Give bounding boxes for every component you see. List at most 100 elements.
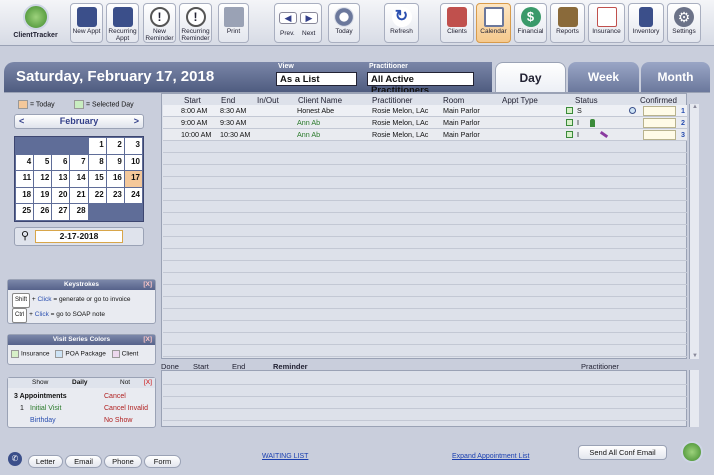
appt-end: 10:30 AM	[220, 130, 251, 139]
financial-button[interactable]: $ Financial	[514, 3, 547, 43]
calendar-day[interactable]: 25	[16, 204, 34, 220]
appt-client[interactable]: Ann Ab	[297, 129, 320, 141]
new-appt-button[interactable]: New Appt	[70, 3, 103, 43]
calendar-day[interactable]: 11	[16, 171, 34, 187]
reminder-scrollbar[interactable]	[689, 370, 699, 427]
today-button[interactable]: Today	[328, 3, 360, 43]
calendar-day[interactable]: 24	[124, 187, 142, 204]
view-select[interactable]: As a List	[276, 72, 357, 86]
gear-status-icon[interactable]	[629, 107, 636, 114]
appointment-row[interactable]: 9:00 AM 9:30 AM Ann Ab Rosie Melon, LAc Main…	[163, 117, 687, 129]
calendar-day[interactable]: 19	[34, 187, 52, 204]
letter-button[interactable]: Letter	[28, 455, 63, 468]
empty-row	[163, 189, 687, 201]
send-all-conf-email-button[interactable]: Send All Conf Email	[578, 445, 667, 460]
calendar-day[interactable]: 14	[70, 171, 88, 187]
recurring-reminder-button[interactable]: ! Recurring Reminder	[179, 3, 212, 43]
print-button[interactable]: Print	[218, 3, 249, 43]
calendar-day[interactable]: 17	[124, 171, 142, 187]
refresh-button[interactable]: ↻ Refresh	[384, 3, 419, 43]
appt-status[interactable]: S	[577, 105, 582, 117]
calendar-day[interactable]: 7	[70, 154, 88, 171]
phone-button[interactable]: Phone	[104, 455, 142, 468]
appointment-row[interactable]: 10:00 AM 10:30 AM Ann Ab Rosie Melon, LAc Ma…	[163, 129, 687, 141]
calendar-day[interactable]: 2	[106, 138, 124, 154]
recurring-appt-button[interactable]: Recurring Appt	[106, 3, 139, 43]
calendar-day[interactable]: 9	[106, 154, 124, 171]
calendar-empty-cell	[16, 138, 34, 154]
calendar-day[interactable]: 27	[52, 204, 70, 220]
insurance-button[interactable]: Insurance	[588, 3, 625, 43]
calendar-day[interactable]: 23	[106, 187, 124, 204]
tab-month[interactable]: Month	[641, 62, 710, 92]
appt-practitioner: Rosie Melon, LAc	[372, 118, 429, 127]
summary-close-button[interactable]: [X]	[144, 379, 152, 386]
new-reminder-button[interactable]: ! New Reminder	[143, 3, 176, 43]
appt-status[interactable]: I	[577, 129, 579, 141]
calendar-day[interactable]: 18	[16, 187, 34, 204]
next-month-button[interactable]: >	[134, 115, 139, 128]
calendar-day[interactable]: 21	[70, 187, 88, 204]
contact-icon[interactable]: ✆	[8, 452, 22, 466]
calendar-empty-cell	[124, 204, 142, 220]
calendar-day[interactable]: 8	[88, 154, 106, 171]
calendar-day[interactable]: 26	[34, 204, 52, 220]
header-confirmed: Confirmed	[640, 96, 677, 105]
keystrokes-header: Keystrokes [X]	[8, 280, 155, 290]
settings-button[interactable]: ⚙ Settings	[667, 3, 701, 43]
prev-arrow-icon[interactable]: ◀	[279, 12, 297, 24]
calendar-day[interactable]: 22	[88, 187, 106, 204]
client-color-icon	[111, 350, 120, 358]
calendar-day[interactable]: 4	[16, 154, 34, 171]
empty-row	[163, 345, 687, 357]
appt-status[interactable]: I	[577, 117, 579, 129]
appointment-row[interactable]: 8:00 AM 8:30 AM Honest Abe Rosie Melon, LAc…	[163, 105, 687, 117]
calendar-day[interactable]: 5	[34, 154, 52, 171]
calendar-day[interactable]: 20	[52, 187, 70, 204]
calendar-day[interactable]: 10	[124, 154, 142, 171]
reports-button[interactable]: Reports	[550, 3, 585, 43]
calendar-day[interactable]: 6	[52, 154, 70, 171]
form-button[interactable]: Form	[144, 455, 181, 468]
email-button[interactable]: Email	[65, 455, 102, 468]
scroll-up-icon[interactable]: ▲	[692, 104, 698, 110]
appointment-scrollbar[interactable]: ▲ ▼	[689, 104, 699, 359]
confirmed-field[interactable]	[643, 130, 676, 140]
daily-summary-panel: Show Daily Not [X] 3 Appointments 1 Init…	[7, 377, 156, 428]
calendar-day[interactable]: 13	[52, 171, 70, 187]
tab-week[interactable]: Week	[568, 62, 639, 92]
legend-today: = Today	[18, 100, 55, 109]
waiting-list-link[interactable]: WAITING LIST	[262, 453, 308, 460]
next-arrow-icon[interactable]: ▶	[300, 12, 318, 24]
appt-client[interactable]: Ann Ab	[297, 117, 320, 129]
tab-day[interactable]: Day	[495, 62, 566, 92]
keystrokes-close-button[interactable]: [X]	[143, 280, 152, 290]
expand-appointment-list-link[interactable]: Expand Appointment List	[452, 453, 529, 460]
calendar-icon	[483, 7, 504, 27]
appt-client[interactable]: Honest Abe	[297, 105, 334, 117]
calendar-day[interactable]: 28	[70, 204, 88, 220]
calendar-day[interactable]: 15	[88, 171, 106, 187]
person-add-icon	[76, 7, 97, 27]
confirmed-field[interactable]	[643, 118, 676, 128]
header-start: Start	[184, 96, 201, 105]
app-name: ClientTracker	[13, 32, 58, 39]
calendar-day[interactable]: 12	[34, 171, 52, 187]
prev-month-button[interactable]: <	[19, 115, 24, 128]
confirmed-field[interactable]	[643, 106, 676, 116]
empty-row	[163, 201, 687, 213]
inventory-button[interactable]: Inventory	[628, 3, 664, 43]
calendar-day[interactable]: 16	[106, 171, 124, 187]
alert-recurring-icon: !	[185, 7, 206, 27]
calendar-button[interactable]: Calendar	[476, 3, 511, 43]
calendar-day[interactable]: 1	[88, 138, 106, 154]
practitioner-select[interactable]: All Active Practitioners	[367, 72, 474, 96]
search-icon[interactable]: ⚲	[21, 229, 29, 242]
clients-button[interactable]: Clients	[440, 3, 474, 43]
date-search-input[interactable]: 2-17-2018	[35, 230, 123, 243]
cancel-label: Cancel	[104, 393, 126, 400]
next-label: Next	[302, 30, 316, 37]
visit-series-close-button[interactable]: [X]	[143, 335, 152, 345]
calendar-day[interactable]: 3	[124, 138, 142, 154]
scroll-down-icon[interactable]: ▼	[692, 353, 698, 359]
